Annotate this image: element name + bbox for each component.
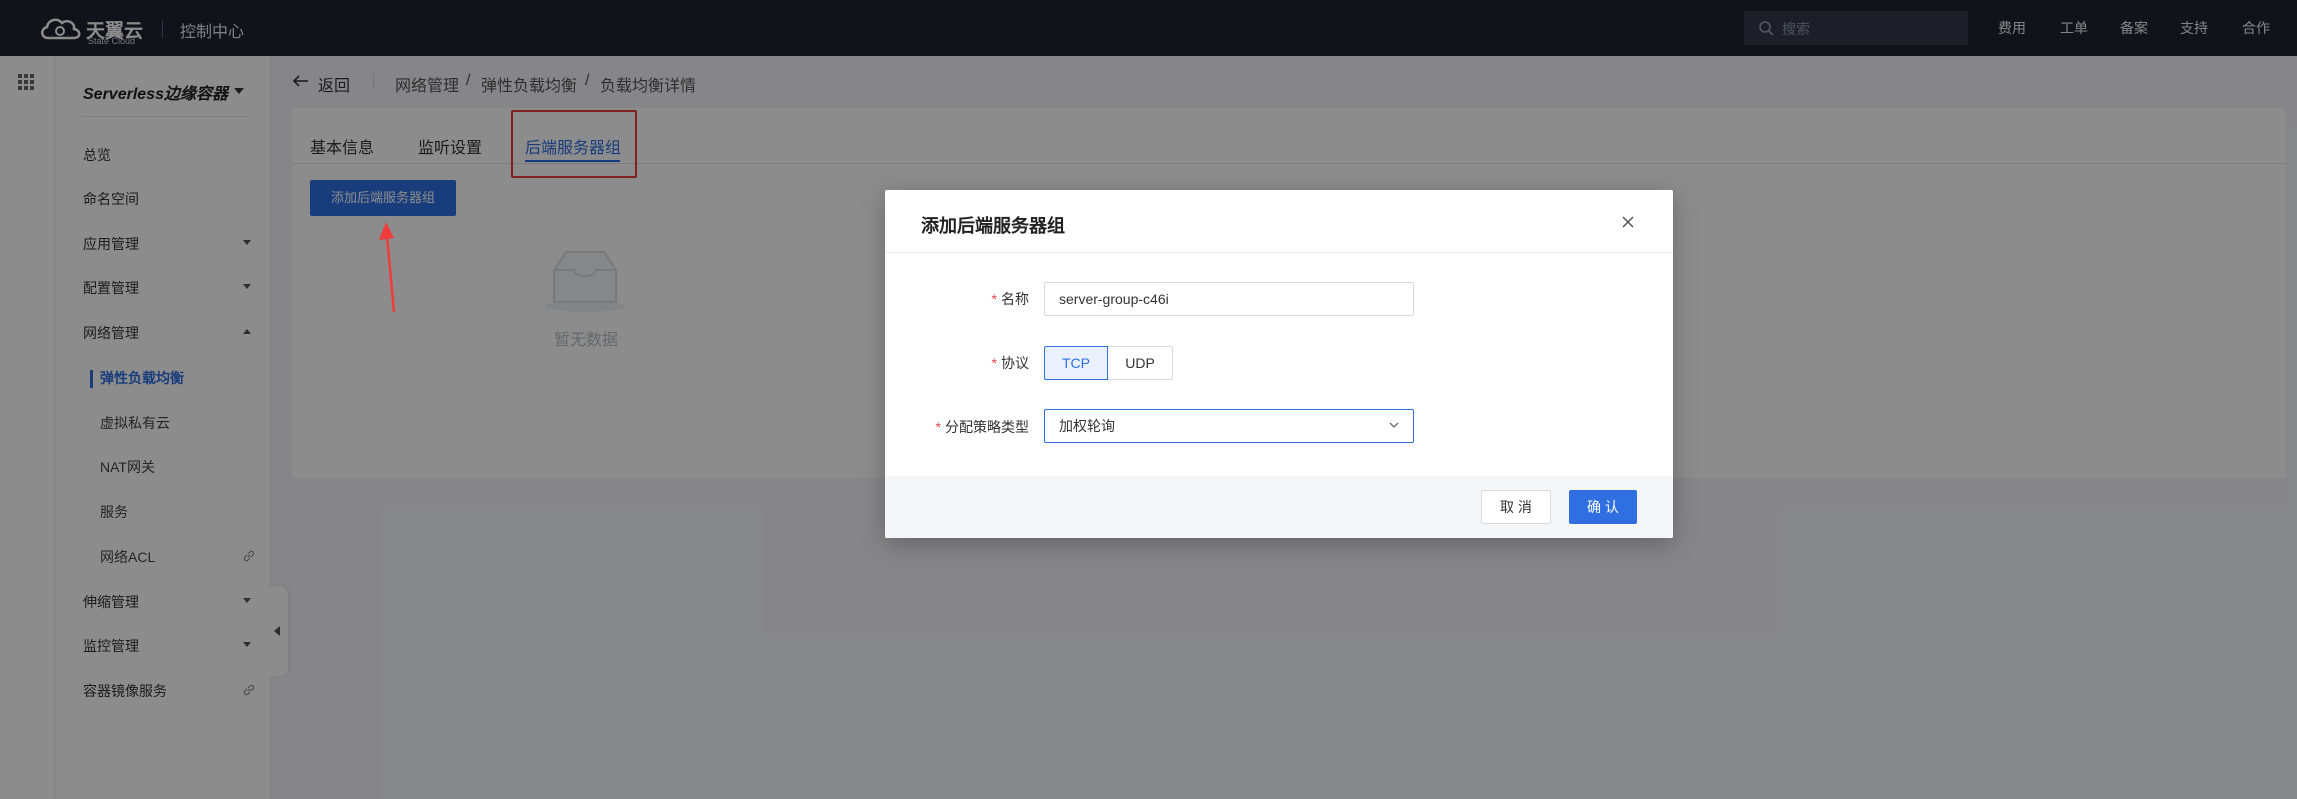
cancel-button[interactable]: 取 消	[1481, 490, 1551, 524]
name-label: * 名称	[889, 289, 1029, 309]
required-mark: *	[935, 419, 941, 435]
protocol-label-text: 协议	[1001, 355, 1029, 371]
dialog-title: 添加后端服务器组	[921, 216, 1065, 236]
required-mark: *	[991, 291, 997, 307]
add-backend-group-dialog: 添加后端服务器组 * 名称 server-group-c46i * 协议 TCP U…	[885, 190, 1673, 538]
name-label-text: 名称	[1001, 291, 1029, 307]
close-icon[interactable]	[1620, 214, 1636, 230]
strategy-label-text: 分配策略类型	[945, 419, 1029, 435]
dialog-header-divider	[885, 252, 1673, 253]
strategy-label: * 分配策略类型	[889, 417, 1029, 437]
dialog-footer: 取 消 确 认	[885, 476, 1673, 538]
strategy-select[interactable]: 加权轮询	[1044, 409, 1414, 443]
required-mark: *	[991, 355, 997, 371]
name-field[interactable]: server-group-c46i	[1044, 282, 1414, 316]
protocol-udp-option[interactable]: UDP	[1108, 346, 1173, 380]
protocol-label: * 协议	[889, 353, 1029, 373]
protocol-tcp-option[interactable]: TCP	[1044, 346, 1108, 380]
chevron-down-icon	[1389, 422, 1399, 428]
annotation-arrow	[379, 222, 396, 313]
strategy-select-value: 加权轮询	[1059, 418, 1115, 434]
confirm-button[interactable]: 确 认	[1569, 490, 1637, 524]
